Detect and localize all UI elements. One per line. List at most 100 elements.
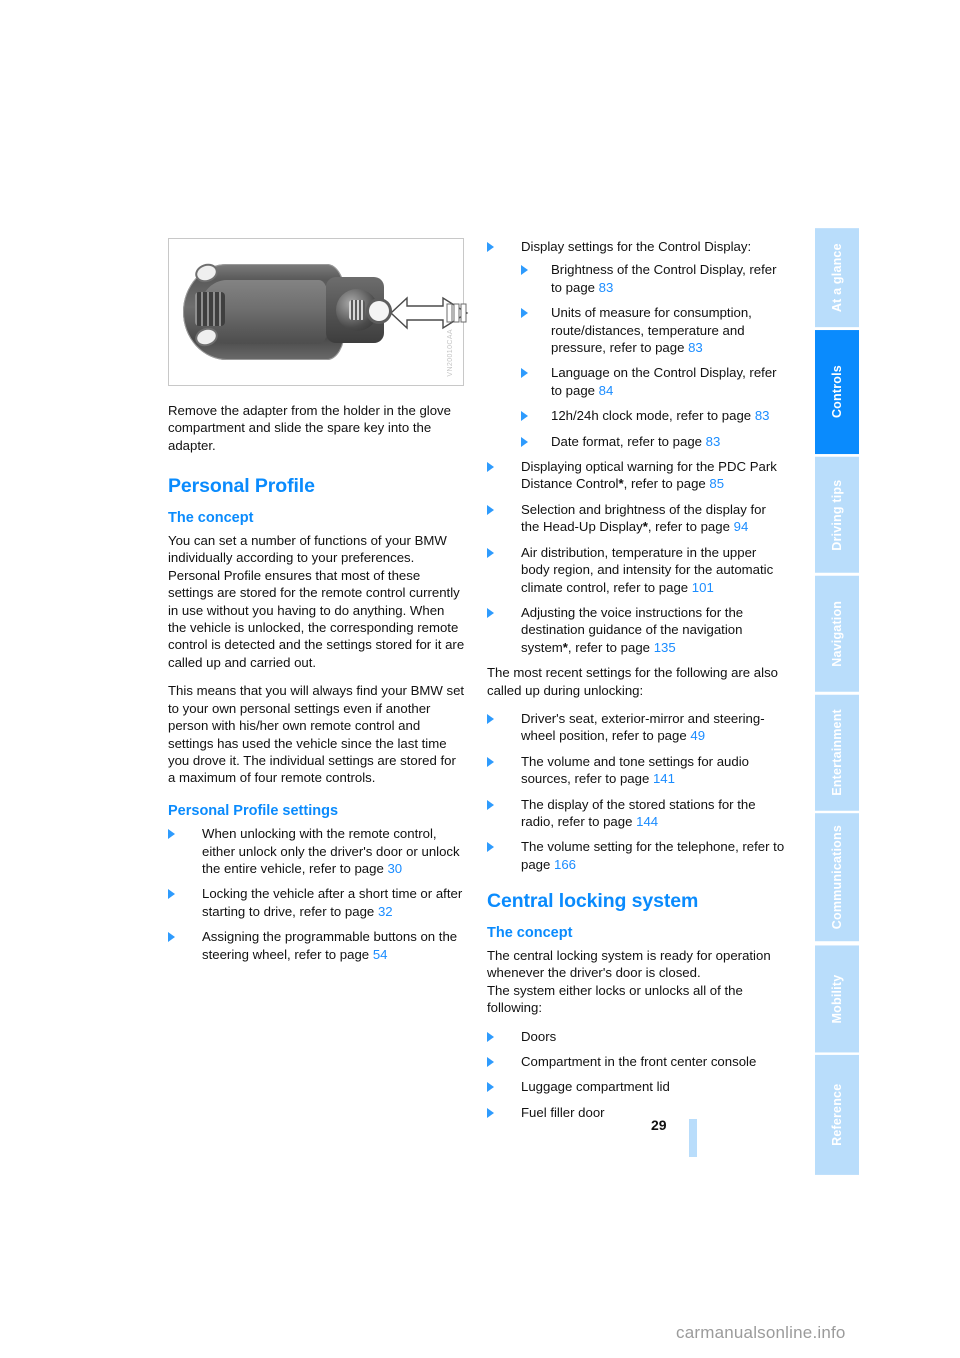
display-settings-sublist: Brightness of the Control Display, refer… bbox=[521, 261, 785, 450]
list-item: Fuel filler door bbox=[487, 1104, 785, 1121]
figure-code: VN20010CAA bbox=[446, 329, 454, 377]
sidebar-tab-label: Communications bbox=[830, 825, 844, 930]
sidebar-tab-label: Controls bbox=[830, 365, 844, 419]
bullet-triangle-icon bbox=[487, 1107, 494, 1118]
list-item: Displaying optical warning for the PDC P… bbox=[487, 458, 785, 493]
list-item-text: Air distribution, temperature in the upp… bbox=[521, 544, 774, 595]
page-reference-link[interactable]: 54 bbox=[373, 947, 388, 962]
list-item: Driver's seat, exterior-mirror and steer… bbox=[487, 710, 785, 745]
list-item-text: Language on the Control Display, refer t… bbox=[551, 365, 777, 398]
page-reference-link[interactable]: 144 bbox=[636, 814, 658, 829]
page-marker-bar bbox=[689, 1119, 697, 1157]
bullet-triangle-icon bbox=[487, 462, 494, 473]
bullet-triangle-icon bbox=[168, 932, 175, 943]
display-settings-list: Display settings for the Control Display… bbox=[487, 238, 785, 450]
personal-profile-settings-list: When unlocking with the remote control, … bbox=[168, 825, 466, 963]
section-tab-rail: At a glance Controls Driving tips Navigatio… bbox=[815, 228, 859, 1178]
bullet-triangle-icon bbox=[168, 889, 175, 900]
bullet-triangle-icon bbox=[487, 713, 494, 724]
recent-settings-lead: The most recent settings for the followi… bbox=[487, 665, 779, 698]
page-reference-link[interactable]: 83 bbox=[599, 280, 614, 295]
list-item: Brightness of the Control Display, refer… bbox=[521, 261, 785, 296]
page-reference-link[interactable]: 30 bbox=[387, 861, 402, 876]
page-reference-link[interactable]: 101 bbox=[692, 580, 714, 595]
page-reference-link[interactable]: 84 bbox=[599, 383, 614, 398]
bullet-triangle-icon bbox=[521, 411, 528, 422]
list-item-text: 12h/24h clock mode, refer to page bbox=[551, 408, 755, 424]
list-item: The display of the stored stations for t… bbox=[487, 796, 785, 831]
list-item: Assigning the programmable buttons on th… bbox=[168, 928, 466, 963]
list-item-text: Fuel filler door bbox=[521, 1104, 605, 1120]
page-title-central-locking: Central locking system bbox=[487, 890, 699, 913]
bullet-triangle-icon bbox=[487, 504, 494, 515]
sidebar-tab-label: Driving tips bbox=[830, 479, 844, 551]
sidebar-tab-controls[interactable]: Controls bbox=[815, 330, 859, 455]
insertion-arrow-icon bbox=[391, 296, 469, 330]
list-item-text: Locking the vehicle after a short time o… bbox=[202, 886, 463, 919]
list-item: The volume and tone settings for audio s… bbox=[487, 753, 785, 788]
page-reference-link[interactable]: 85 bbox=[709, 476, 724, 491]
list-item: Date format, refer to page 83 bbox=[521, 433, 785, 450]
bullet-triangle-icon bbox=[487, 842, 494, 853]
bullet-triangle-icon bbox=[521, 265, 528, 276]
sidebar-tab-label: At a glance bbox=[830, 243, 844, 313]
list-item: 12h/24h clock mode, refer to page 83 bbox=[521, 407, 785, 424]
display-settings-lead: Display settings for the Control Display… bbox=[521, 239, 752, 254]
bullet-triangle-icon bbox=[487, 799, 494, 810]
bullet-triangle-icon bbox=[487, 547, 494, 558]
bullet-triangle-icon bbox=[521, 436, 528, 447]
subheading-central-concept: The concept bbox=[487, 924, 573, 941]
sidebar-tab-label: Navigation bbox=[830, 600, 844, 667]
bullet-triangle-icon bbox=[487, 607, 494, 618]
bullet-triangle-icon bbox=[487, 1082, 494, 1093]
page-reference-link[interactable]: 83 bbox=[706, 434, 721, 449]
bullet-triangle-icon bbox=[521, 308, 528, 319]
list-item-text: The volume and tone settings for audio s… bbox=[521, 753, 749, 787]
sidebar-tab-label: Entertainment bbox=[830, 709, 844, 796]
key-grill-shape bbox=[195, 292, 225, 326]
sidebar-tab-label: Reference bbox=[830, 1083, 844, 1147]
list-item-text: Brightness of the Control Display, refer… bbox=[551, 262, 777, 295]
page-reference-link[interactable]: 94 bbox=[734, 519, 749, 534]
list-item: Display settings for the Control Display… bbox=[487, 238, 785, 450]
list-item-text-continued: , refer to page bbox=[567, 639, 654, 655]
page-reference-link[interactable]: 166 bbox=[554, 857, 576, 872]
list-item: Air distribution, temperature in the upp… bbox=[487, 544, 785, 596]
intro-paragraph: Remove the adapter from the holder in th… bbox=[168, 403, 451, 453]
list-item: Locking the vehicle after a short time o… bbox=[168, 885, 466, 920]
left-column: VN20010CAA Remove the adapter from the h… bbox=[168, 238, 469, 971]
list-item-text: Assigning the programmable buttons on th… bbox=[202, 929, 458, 962]
page-reference-link[interactable]: 49 bbox=[690, 728, 705, 743]
subheading-the-concept: The concept bbox=[168, 509, 254, 526]
page-reference-link[interactable]: 141 bbox=[653, 771, 675, 786]
sidebar-tab-navigation[interactable]: Navigation bbox=[815, 575, 859, 692]
right-column: Display settings for the Control Display… bbox=[487, 238, 785, 1129]
page-reference-link[interactable]: 135 bbox=[654, 640, 676, 655]
page-reference-link[interactable]: 32 bbox=[378, 904, 393, 919]
bullet-triangle-icon bbox=[521, 368, 528, 379]
list-item: Compartment in the front center console bbox=[487, 1053, 785, 1070]
list-item: Adjusting the voice instructions for the… bbox=[487, 604, 785, 656]
bullet-triangle-icon bbox=[487, 242, 494, 252]
list-item-text: Compartment in the front center console bbox=[521, 1054, 757, 1070]
sidebar-tab-driving-tips[interactable]: Driving tips bbox=[815, 457, 859, 573]
list-item: Selection and brightness of the display … bbox=[487, 501, 785, 536]
concept-paragraph-1: You can set a number of functions of you… bbox=[168, 533, 465, 670]
key-ring bbox=[369, 301, 389, 321]
page-reference-link[interactable]: 83 bbox=[688, 340, 703, 355]
list-item-text: Driver's seat, exterior-mirror and steer… bbox=[521, 710, 765, 744]
list-item: When unlocking with the remote control, … bbox=[168, 825, 466, 877]
list-item: Doors bbox=[487, 1028, 785, 1045]
sidebar-tab-entertainment[interactable]: Entertainment bbox=[815, 694, 859, 811]
sidebar-tab-mobility[interactable]: Mobility bbox=[815, 944, 859, 1053]
page-reference-link[interactable]: 83 bbox=[755, 408, 770, 423]
sidebar-tab-at-a-glance[interactable]: At a glance bbox=[815, 228, 859, 328]
sidebar-tab-reference[interactable]: Reference bbox=[815, 1055, 859, 1176]
list-item: Language on the Control Display, refer t… bbox=[521, 364, 785, 399]
bullet-triangle-icon bbox=[487, 756, 494, 767]
bullet-triangle-icon bbox=[487, 1057, 494, 1068]
remote-key-illustration bbox=[183, 256, 469, 368]
list-item-text: Date format, refer to page bbox=[551, 433, 706, 449]
sidebar-tab-communications[interactable]: Communications bbox=[815, 813, 859, 942]
list-item-text: Luggage compartment lid bbox=[521, 1079, 670, 1095]
